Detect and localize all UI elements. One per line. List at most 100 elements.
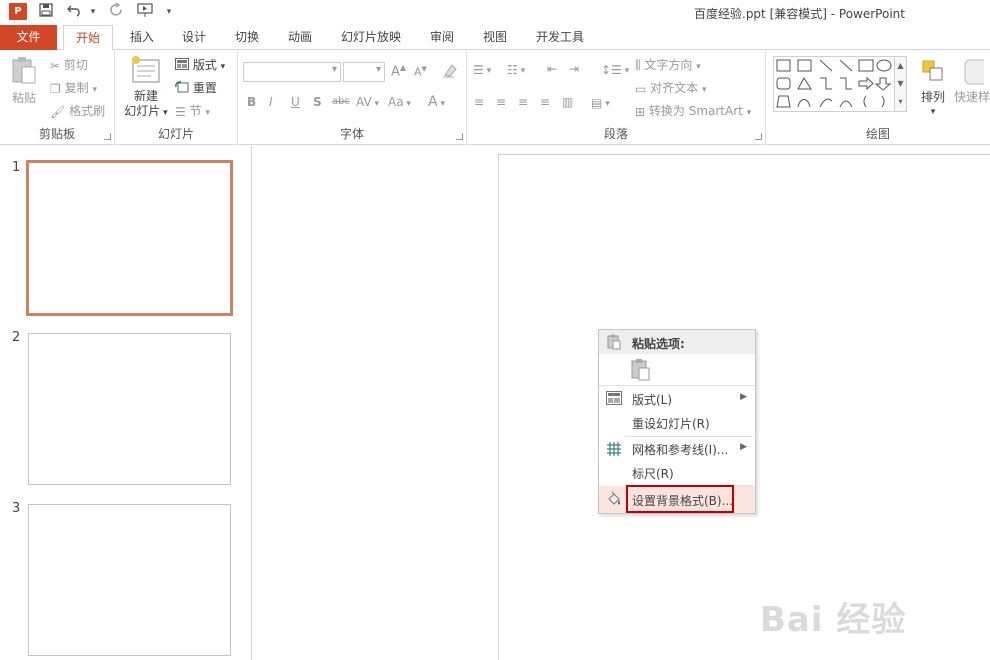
shrink-font-button[interactable]: A▼ xyxy=(414,65,427,79)
text-direction-button[interactable]: ⫼ 文字方向 ▾ xyxy=(635,56,701,73)
font-name-dropdown[interactable] xyxy=(243,62,341,82)
font-size-dropdown[interactable] xyxy=(343,62,385,82)
new-slide-button[interactable]: 新建 幻灯片 ▾ xyxy=(121,55,171,121)
section-button[interactable]: ☰ 节 ▾ xyxy=(175,102,210,119)
font-group: A▲ A▼ B I U S abc AV ▾ Aa ▾ A ▾ 字体 xyxy=(238,50,467,145)
quick-styles-button[interactable]: 快速样 xyxy=(954,58,990,105)
character-spacing-label: AV xyxy=(356,95,372,109)
undo-dropdown-icon[interactable]: ▾ xyxy=(84,3,102,21)
smartart-icon: ⊞ xyxy=(635,104,646,119)
arrange-button[interactable]: 排列 ▾ xyxy=(916,58,950,120)
new-slide-icon xyxy=(132,56,160,83)
increase-indent-icon[interactable]: ⇥ xyxy=(569,62,579,76)
slide-thumbnails-pane[interactable]: 1 2 3 xyxy=(0,146,252,660)
tab-developer[interactable]: 开发工具 xyxy=(530,25,590,50)
underline-button[interactable]: U xyxy=(291,95,300,109)
align-left-icon[interactable]: ≡ xyxy=(474,95,484,109)
customize-qat-icon[interactable]: ▾ xyxy=(160,3,178,21)
bullets-button[interactable]: ☰ ▾ xyxy=(473,62,491,77)
menu-item-grid-guides-label: 网格和参考线(I)... xyxy=(632,443,729,457)
tab-slideshow[interactable]: 幻灯片放映 xyxy=(336,25,406,50)
shapes-gallery[interactable] xyxy=(773,56,895,112)
align-text-label: 对齐文本 xyxy=(650,81,699,95)
align-text-button[interactable]: ▭ 对齐文本 ▾ xyxy=(635,79,707,96)
bold-button[interactable]: B xyxy=(247,95,256,109)
submenu-arrow-icon: ▶ xyxy=(740,392,747,402)
brush-icon: 🖌 xyxy=(50,104,66,119)
clipboard-group: 粘贴 ✂ 剪切 ❐ 复制 ▾ 🖌 格式刷 剪贴板 xyxy=(0,50,115,145)
font-group-label: 字体 xyxy=(339,127,364,141)
text-shadow-button[interactable]: S xyxy=(313,95,322,109)
italic-button[interactable]: I xyxy=(269,95,273,109)
tab-transitions[interactable]: 切换 xyxy=(229,25,265,50)
tab-review[interactable]: 审阅 xyxy=(424,25,460,50)
strikethrough-button[interactable]: abc xyxy=(332,96,350,107)
menu-item-reset-slide[interactable]: 重设幻灯片(R) xyxy=(599,411,755,435)
section-icon: ☰ xyxy=(175,104,186,119)
save-icon[interactable] xyxy=(37,3,55,21)
arrange-label: 排列 xyxy=(920,90,945,104)
quick-styles-label: 快速样 xyxy=(954,90,990,104)
convert-smartart-label: 转换为 SmartArt xyxy=(648,104,743,118)
menu-item-ruler[interactable]: 标尺(R) xyxy=(599,461,755,485)
line-spacing-button[interactable]: ↕☰ ▾ xyxy=(601,62,629,77)
grow-font-button[interactable]: A▲ xyxy=(391,63,406,79)
columns-button[interactable]: ▤ ▾ xyxy=(591,95,610,110)
layout-button[interactable]: 版式 ▾ xyxy=(175,56,225,73)
tab-view[interactable]: 视图 xyxy=(477,25,513,50)
format-painter-button[interactable]: 🖌 格式刷 xyxy=(50,102,105,119)
change-case-button[interactable]: Aa ▾ xyxy=(388,95,411,109)
slide-thumbnail-1[interactable] xyxy=(26,160,233,316)
paragraph-launcher-icon[interactable] xyxy=(755,133,762,140)
undo-icon[interactable] xyxy=(66,3,84,21)
submenu-arrow-icon: ▶ xyxy=(740,442,747,452)
quick-styles-icon xyxy=(964,59,990,85)
line-spacing-icon: ↕☰ xyxy=(601,62,622,77)
arrange-icon xyxy=(922,60,943,81)
numbering-button[interactable]: ☷ ▾ xyxy=(507,62,525,77)
slide-number: 2 xyxy=(12,330,21,345)
menu-item-grid-guides[interactable]: 网格和参考线(I)... ▶ xyxy=(599,437,755,461)
tab-home[interactable]: 开始 xyxy=(63,25,113,51)
font-color-button[interactable]: A ▾ xyxy=(428,94,445,110)
paste-options-label: 粘贴选项: xyxy=(632,337,685,351)
drawing-group: ▲ ▼ ▾ 排列 ▾ 快速样 绘图 xyxy=(766,50,990,145)
paste-keep-formatting-button[interactable] xyxy=(630,358,654,382)
character-spacing-button[interactable]: AV ▾ xyxy=(356,95,379,109)
font-launcher-icon[interactable] xyxy=(456,133,463,140)
convert-smartart-button[interactable]: ⊞ 转换为 SmartArt ▾ xyxy=(635,102,751,119)
menu-item-layout[interactable]: 版式(L) ▶ xyxy=(599,387,755,411)
tab-design[interactable]: 设计 xyxy=(176,25,212,50)
menu-item-reset-slide-label: 重设幻灯片(R) xyxy=(632,417,710,431)
slides-group: 新建 幻灯片 ▾ 版式 ▾ 重置 ☰ 节 ▾ 幻灯片 xyxy=(115,50,238,145)
shapes-gallery-scroll[interactable]: ▲ ▼ ▾ xyxy=(895,56,907,112)
tab-animations[interactable]: 动画 xyxy=(282,25,318,50)
format-painter-label: 格式刷 xyxy=(69,104,106,118)
ribbon: 粘贴 ✂ 剪切 ❐ 复制 ▾ 🖌 格式刷 剪贴板 新建 幻灯片 ▾ 版式 ▾ 重… xyxy=(0,50,990,145)
drawing-group-label: 绘图 xyxy=(865,127,890,141)
grow-font-label: A xyxy=(391,64,400,80)
paste-button[interactable]: 粘贴 xyxy=(9,56,39,114)
tab-file[interactable]: 文件 xyxy=(0,25,57,50)
slide-number: 3 xyxy=(12,501,21,516)
justify-icon[interactable]: ≡ xyxy=(540,95,550,109)
align-center-icon[interactable]: ≡ xyxy=(496,95,506,109)
slide-thumbnail-3[interactable] xyxy=(28,504,231,656)
paste-label: 粘贴 xyxy=(11,91,36,105)
decrease-indent-icon[interactable]: ⇤ xyxy=(547,62,557,76)
slideshow-from-beginning-icon[interactable] xyxy=(136,3,154,21)
slide-thumbnail-2[interactable] xyxy=(28,333,231,485)
reset-button[interactable]: 重置 xyxy=(175,79,217,96)
shrink-font-label: A xyxy=(414,65,422,79)
clear-formatting-icon[interactable] xyxy=(442,63,458,81)
baidu-watermark: Bai 经验 xyxy=(760,600,907,640)
clipboard-launcher-icon[interactable] xyxy=(104,133,111,140)
tab-insert[interactable]: 插入 xyxy=(124,25,160,50)
copy-button[interactable]: ❐ 复制 ▾ xyxy=(50,79,97,96)
paste-icon xyxy=(631,359,650,381)
redo-icon[interactable] xyxy=(108,2,126,21)
scissors-icon: ✂ xyxy=(50,58,61,73)
cut-button[interactable]: ✂ 剪切 xyxy=(50,56,88,73)
align-right-icon[interactable]: ≡ xyxy=(518,95,528,109)
distributed-icon[interactable]: ▥ xyxy=(562,95,573,109)
